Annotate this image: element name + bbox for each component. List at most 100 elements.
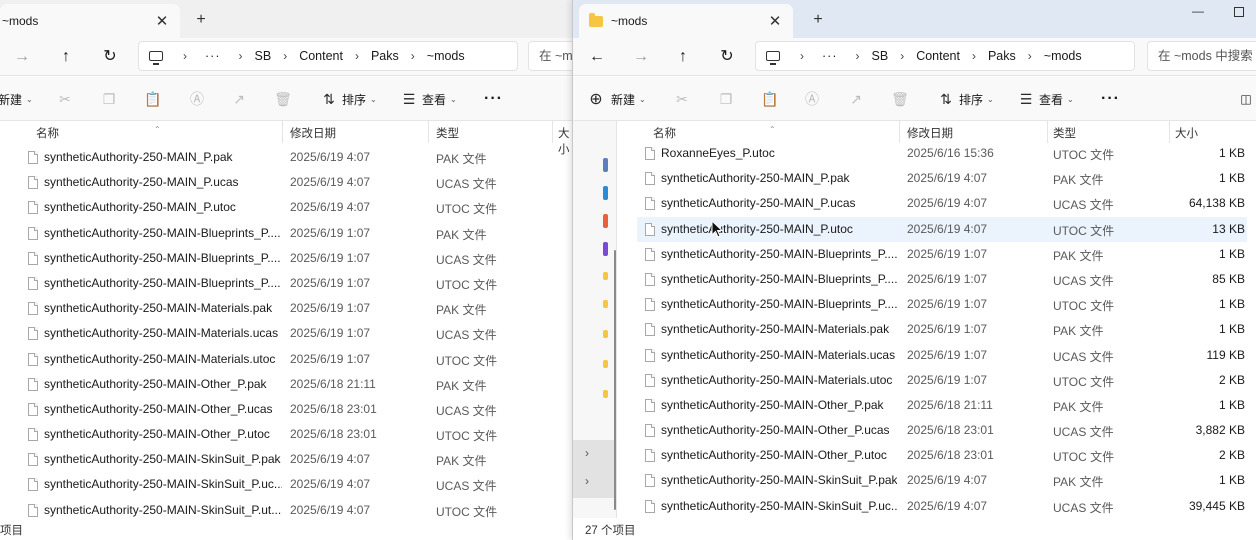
table-row[interactable]: syntheticAuthority-250-MAIN-SkinSuit_P.u…	[0, 498, 572, 518]
forward-arrow-icon[interactable]: →	[10, 45, 34, 69]
chevron-right-icon[interactable]: ›	[900, 49, 904, 63]
table-row[interactable]: syntheticAuthority-250-MAIN-Blueprints_P…	[0, 246, 572, 271]
back-arrow-icon[interactable]: ←	[585, 45, 609, 69]
breadcrumb-mods[interactable]: ~mods	[1044, 49, 1082, 63]
cut-button[interactable]: ✂	[673, 89, 691, 109]
nav-pane-icon[interactable]	[603, 242, 608, 256]
table-row[interactable]: syntheticAuthority-250-MAIN_P.ucas 2025/6…	[0, 170, 572, 195]
table-row[interactable]: syntheticAuthority-250-MAIN-SkinSuit_P.p…	[621, 468, 1256, 493]
delete-button[interactable]: 🗑	[891, 89, 909, 109]
table-row[interactable]: syntheticAuthority-250-MAIN_P.utoc 2025/6…	[0, 195, 572, 220]
table-row[interactable]: syntheticAuthority-250-MAIN-Blueprints_P…	[0, 221, 572, 246]
sort-button[interactable]: ⇅ 排序 ⌄	[937, 89, 994, 109]
table-row[interactable]: syntheticAuthority-250-MAIN-Blueprints_P…	[0, 271, 572, 296]
table-row[interactable]: syntheticAuthority-250-MAIN-Materials.pa…	[621, 317, 1256, 342]
forward-arrow-icon[interactable]: →	[629, 45, 653, 69]
chevron-right-icon[interactable]: ›	[856, 49, 860, 63]
search-input[interactable]: 在 ~mods 中搜索	[1147, 41, 1256, 71]
breadcrumb-content[interactable]: Content	[916, 49, 960, 63]
new-button[interactable]: ⊕ 新建 ⌄	[587, 89, 645, 109]
chevron-right-icon[interactable]: ›	[972, 49, 976, 63]
table-row[interactable]: syntheticAuthority-250-MAIN_P.utoc 2025/6…	[637, 216, 1247, 242]
more-options-button[interactable]: ···	[484, 89, 503, 109]
breadcrumb-sb[interactable]: SB	[255, 49, 272, 63]
breadcrumb-overflow[interactable]: ···	[822, 49, 838, 63]
breadcrumb-overflow[interactable]: ···	[205, 49, 221, 63]
folder-icon[interactable]	[603, 330, 608, 338]
close-tab-icon[interactable]: ✕	[150, 12, 174, 30]
paste-button[interactable]: 📋	[144, 89, 162, 109]
column-divider[interactable]	[1169, 121, 1170, 143]
delete-button[interactable]: 🗑	[274, 89, 292, 109]
paste-button[interactable]: 📋	[761, 89, 779, 109]
table-row[interactable]: syntheticAuthority-250-MAIN-Materials.pa…	[0, 296, 572, 321]
table-row[interactable]: syntheticAuthority-250-MAIN-Blueprints_P…	[621, 242, 1256, 267]
maximize-icon[interactable]	[1234, 7, 1244, 17]
search-input[interactable]: 在 ~m	[528, 41, 572, 71]
breadcrumb-sb[interactable]: SB	[872, 49, 889, 63]
chevron-right-icon[interactable]: ›	[283, 49, 287, 63]
table-row[interactable]: syntheticAuthority-250-MAIN_P.pak 2025/6/…	[621, 166, 1256, 191]
table-row[interactable]: syntheticAuthority-250-MAIN-Other_P.ucas…	[621, 418, 1256, 443]
table-row[interactable]: syntheticAuthority-250-MAIN-Materials.ut…	[0, 347, 572, 372]
table-row[interactable]: syntheticAuthority-250-MAIN_P.ucas 2025/6…	[621, 191, 1256, 216]
sort-button[interactable]: ⇅ 排序 ⌄	[320, 89, 377, 109]
share-button[interactable]: ↗	[230, 89, 248, 109]
column-header-type[interactable]: 类型	[1053, 125, 1076, 141]
rename-button[interactable]: Ⓐ	[803, 89, 821, 109]
column-divider[interactable]	[899, 121, 900, 143]
more-options-button[interactable]: ···	[1101, 89, 1120, 109]
chevron-right-icon[interactable]: ›	[355, 49, 359, 63]
cut-button[interactable]: ✂	[56, 89, 74, 109]
rename-button[interactable]: Ⓐ	[188, 89, 206, 109]
new-tab-icon[interactable]: +	[190, 9, 212, 31]
folder-icon[interactable]	[603, 272, 608, 280]
up-arrow-icon[interactable]: ↑	[671, 45, 695, 69]
column-header-name[interactable]: 名称	[653, 125, 676, 141]
tab-mods[interactable]: ~mods ✕	[0, 4, 180, 38]
address-bar[interactable]: › ··· › SB › Content › Paks › ~mods	[138, 41, 518, 71]
table-row[interactable]: syntheticAuthority-250-MAIN-Blueprints_P…	[621, 292, 1256, 317]
table-row[interactable]: syntheticAuthority-250-MAIN_P.pak 2025/6/…	[0, 145, 572, 170]
chevron-right-icon[interactable]: ›	[585, 474, 589, 488]
breadcrumb-mods[interactable]: ~mods	[427, 49, 465, 63]
table-row[interactable]: syntheticAuthority-250-MAIN-Materials.uc…	[621, 343, 1256, 368]
address-bar[interactable]: › ··· › SB › Content › Paks › ~mods	[755, 41, 1135, 71]
column-header-date[interactable]: 修改日期	[907, 125, 953, 141]
table-row[interactable]: syntheticAuthority-250-MAIN-Other_P.pak 2…	[0, 372, 572, 397]
tab-mods[interactable]: ~mods ✕	[579, 4, 793, 38]
column-header-size[interactable]: 大小	[1175, 125, 1198, 141]
table-row[interactable]: RoxanneEyes_P.utoc 2025/6/16 15:36 UTOC 文件…	[621, 141, 1256, 166]
view-button[interactable]: ☰ 查看 ⌄	[1017, 89, 1074, 109]
folder-icon[interactable]	[603, 300, 608, 308]
close-tab-icon[interactable]: ✕	[763, 12, 787, 30]
table-row[interactable]: syntheticAuthority-250-MAIN-Materials.ut…	[621, 368, 1256, 393]
refresh-icon[interactable]: ↻	[98, 45, 122, 69]
table-row[interactable]: syntheticAuthority-250-MAIN-Other_P.utoc…	[0, 422, 572, 447]
chevron-right-icon[interactable]: ›	[239, 49, 243, 63]
breadcrumb-paks[interactable]: Paks	[988, 49, 1016, 63]
chevron-right-icon[interactable]: ›	[411, 49, 415, 63]
table-row[interactable]: syntheticAuthority-250-MAIN-Materials.uc…	[0, 321, 572, 346]
view-button[interactable]: ☰ 查看 ⌄	[400, 89, 457, 109]
table-row[interactable]: syntheticAuthority-250-MAIN-Blueprints_P…	[621, 267, 1256, 292]
nav-pane-icon[interactable]	[603, 214, 608, 228]
breadcrumb-paks[interactable]: Paks	[371, 49, 399, 63]
column-divider[interactable]	[1047, 121, 1048, 143]
copy-button[interactable]: ❐	[100, 89, 118, 109]
details-pane-button[interactable]: ◫	[1237, 89, 1255, 109]
chevron-right-icon[interactable]: ›	[1028, 49, 1032, 63]
table-row[interactable]: syntheticAuthority-250-MAIN-SkinSuit_P.p…	[0, 447, 572, 472]
column-divider[interactable]	[552, 121, 553, 143]
column-header-type[interactable]: 类型	[436, 125, 459, 141]
table-row[interactable]: syntheticAuthority-250-MAIN-SkinSuit_P.u…	[0, 472, 572, 497]
new-tab-icon[interactable]: +	[807, 9, 829, 31]
table-row[interactable]: syntheticAuthority-250-MAIN-Other_P.pak 2…	[621, 393, 1256, 418]
breadcrumb-content[interactable]: Content	[299, 49, 343, 63]
folder-icon[interactable]	[603, 390, 608, 398]
column-header-date[interactable]: 修改日期	[290, 125, 336, 141]
copy-button[interactable]: ❐	[717, 89, 735, 109]
folder-icon[interactable]	[603, 360, 608, 368]
share-button[interactable]: ↗	[847, 89, 865, 109]
up-arrow-icon[interactable]: ↑	[54, 45, 78, 69]
